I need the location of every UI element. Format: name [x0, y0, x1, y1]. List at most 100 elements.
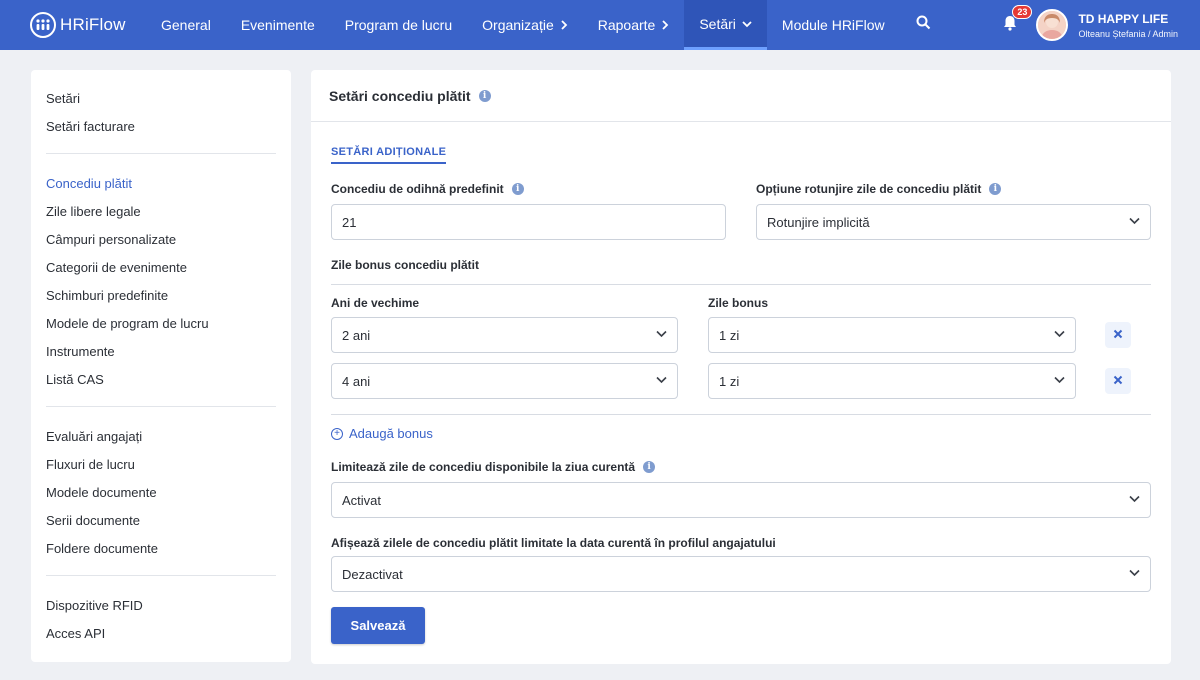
info-icon[interactable]: i — [989, 183, 1002, 195]
chevron-down-icon — [742, 20, 752, 28]
nav-label: Module HRiFlow — [781, 17, 885, 33]
nav-evenimente[interactable]: Evenimente — [226, 0, 330, 50]
nav-label: General — [161, 17, 211, 33]
sidebar-item-setari[interactable]: Setări — [46, 84, 276, 112]
select-value: 2 ani — [342, 327, 371, 343]
chevron-down-icon — [656, 376, 667, 384]
plus-circle-icon: + — [331, 427, 343, 440]
sidebar-divider — [46, 575, 276, 576]
sidebar-item-campuri-personalizate[interactable]: Câmpuri personalizate — [46, 225, 276, 253]
nav-label: Program de lucru — [344, 17, 453, 33]
settings-card: Setări concediu plătit i SETĂRI ADIȚIONA… — [311, 70, 1171, 664]
sidebar-item-lista-cas[interactable]: Listă CAS — [46, 365, 276, 393]
chevron-down-icon — [1054, 376, 1065, 384]
seniority-select[interactable]: 4 ani — [331, 363, 678, 399]
select-value: 4 ani — [342, 373, 371, 389]
bonus-days-select[interactable]: 1 zi — [708, 317, 1076, 353]
sidebar-item-concediu-platit[interactable]: Concediu plătit — [46, 169, 276, 197]
save-button[interactable]: Salvează — [331, 607, 425, 644]
nav-label: Evenimente — [240, 17, 315, 33]
nav-organizatie[interactable]: Organizație — [467, 0, 583, 50]
brand-logo[interactable]: HRiFlow — [30, 12, 138, 38]
bonus-days-select[interactable]: 1 zi — [708, 363, 1076, 399]
label-text: Limitează zile de concediu disponibile l… — [331, 460, 636, 474]
bonus-section-title: Zile bonus concediu plătit — [331, 258, 480, 272]
nav-label: Setări — [699, 15, 736, 32]
card-header: Setări concediu plătit i — [311, 70, 1171, 122]
logo-people-icon — [30, 12, 56, 38]
select-value: Rotunjire implicită — [767, 214, 870, 230]
nav-general[interactable]: General — [146, 0, 226, 50]
limit-label: Limitează zile de concediu disponibile l… — [331, 460, 656, 474]
close-icon — [1113, 372, 1123, 390]
brand-name: HRiFlow — [60, 15, 126, 34]
limit-select[interactable]: Activat — [331, 482, 1151, 518]
rounding-label: Opțiune rotunjire zile de concediu plăti… — [756, 182, 1002, 196]
info-icon[interactable]: i — [511, 183, 524, 195]
sidebar-divider — [46, 406, 276, 407]
rounding-select[interactable]: Rotunjire implicită — [756, 204, 1151, 240]
label-text: Concediu de odihnă predefinit — [331, 182, 504, 196]
add-bonus-button[interactable]: + Adaugă bonus — [331, 426, 433, 441]
remove-bonus-button[interactable] — [1105, 368, 1131, 394]
select-value: 1 zi — [719, 373, 740, 389]
bonus-days-header: Zile bonus — [708, 296, 768, 310]
sidebar-item-acces-api[interactable]: Acces API — [46, 619, 276, 647]
sidebar-item-setari-facturare[interactable]: Setări facturare — [46, 112, 276, 140]
sidebar-item-fluxuri-de-lucru[interactable]: Fluxuri de lucru — [46, 450, 276, 478]
sidebar-divider — [46, 153, 276, 154]
sidebar-item-schimburi-predefinite[interactable]: Schimburi predefinite — [46, 281, 276, 309]
user-name-role: Olteanu Ștefania / Admin — [1078, 28, 1178, 39]
chevron-right-icon — [560, 20, 568, 30]
avatar[interactable] — [1036, 9, 1069, 41]
page-title: Setări concediu plătit — [329, 87, 471, 104]
label-text: Opțiune rotunjire zile de concediu plăti… — [756, 182, 982, 196]
user-area: 23 TD HAPPY LIFE Olteanu Ștefania / Admi… — [998, 5, 1178, 41]
default-leave-label: Concediu de odihnă predefinit i — [331, 182, 524, 196]
display-select[interactable]: Dezactivat — [331, 556, 1151, 592]
sidebar-item-dispozitive-rfid[interactable]: Dispozitive RFID — [46, 591, 276, 619]
chevron-down-icon — [1129, 569, 1140, 577]
sidebar-item-foldere-documente[interactable]: Foldere documente — [46, 534, 276, 562]
nav-program-de-lucru[interactable]: Program de lucru — [330, 0, 467, 50]
sidebar-item-modele-program[interactable]: Modele de program de lucru — [46, 309, 276, 337]
seniority-select[interactable]: 2 ani — [331, 317, 678, 353]
nav-setari[interactable]: Setări — [684, 0, 767, 50]
select-value: 1 zi — [719, 327, 740, 343]
chevron-right-icon — [661, 20, 669, 30]
sidebar-item-modele-documente[interactable]: Modele documente — [46, 478, 276, 506]
chevron-down-icon — [656, 330, 667, 338]
notification-count-badge: 23 — [1012, 5, 1033, 19]
settings-sidebar: Setări Setări facturare Concediu plătit … — [31, 70, 291, 662]
info-icon[interactable]: i — [643, 461, 656, 473]
add-bonus-label: Adaugă bonus — [349, 426, 433, 441]
select-value: Dezactivat — [342, 566, 403, 582]
sidebar-item-serii-documente[interactable]: Serii documente — [46, 506, 276, 534]
search-button[interactable] — [910, 0, 937, 50]
company-name: TD HAPPY LIFE — [1078, 11, 1169, 26]
main-nav: General Evenimente Program de lucru Orga… — [146, 0, 900, 50]
tab-setari-aditionale[interactable]: SETĂRI ADIȚIONALE — [331, 146, 447, 164]
sidebar-item-categorii-evenimente[interactable]: Categorii de evenimente — [46, 253, 276, 281]
divider — [331, 284, 1151, 285]
nav-rapoarte[interactable]: Rapoarte — [583, 0, 685, 50]
sidebar-item-zile-libere-legale[interactable]: Zile libere legale — [46, 197, 276, 225]
sidebar-item-evaluari-angajati[interactable]: Evaluări angajați — [46, 422, 276, 450]
sidebar-item-instrumente[interactable]: Instrumente — [46, 337, 276, 365]
chevron-down-icon — [1129, 217, 1140, 225]
nav-label: Organizație — [482, 17, 554, 33]
nav-label: Rapoarte — [597, 17, 656, 33]
default-leave-input[interactable]: 21 — [331, 204, 726, 240]
chevron-down-icon — [1054, 330, 1065, 338]
notifications-button[interactable]: 23 — [998, 5, 1033, 37]
remove-bonus-button[interactable] — [1105, 322, 1131, 348]
search-icon — [916, 15, 931, 35]
info-icon[interactable]: i — [478, 89, 491, 102]
close-icon — [1113, 326, 1123, 344]
top-navbar: HRiFlow General Evenimente Program de lu… — [0, 0, 1200, 50]
divider — [331, 414, 1151, 415]
nav-module-hriflow[interactable]: Module HRiFlow — [767, 0, 900, 50]
user-info[interactable]: TD HAPPY LIFE Olteanu Ștefania / Admin — [1078, 12, 1178, 39]
select-value: Activat — [342, 492, 382, 508]
chevron-down-icon — [1129, 495, 1140, 503]
